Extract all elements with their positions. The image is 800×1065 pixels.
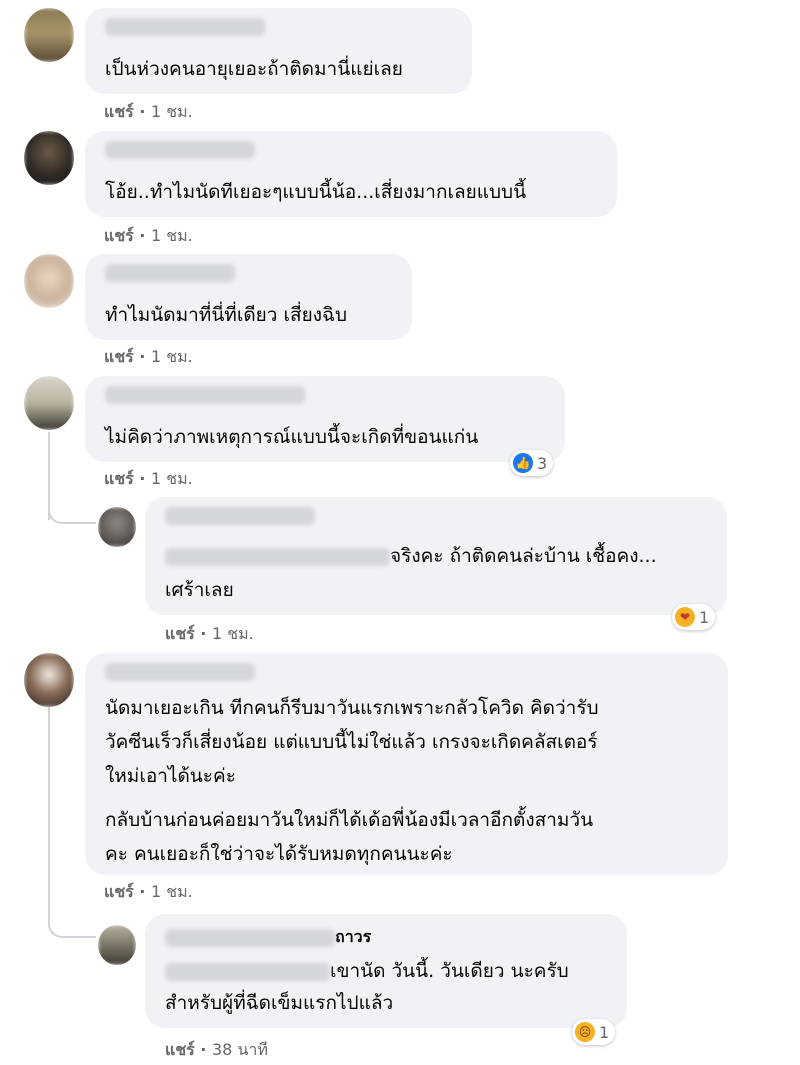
reaction-count[interactable]: ☹ 1 — [572, 1019, 616, 1045]
reply-text: เขานัด วันนี้. วันเดียว นะครับ — [165, 954, 569, 988]
comment-time[interactable]: 1 ชม. — [151, 226, 193, 245]
avatar[interactable] — [98, 507, 136, 547]
sad-icon: ☹ — [575, 1022, 595, 1042]
comment-actions: แชร์ · 1 ชม. — [165, 624, 254, 643]
thread-connector — [48, 500, 96, 524]
author-name[interactable] — [105, 18, 265, 36]
comment-time[interactable]: 1 ชม. — [151, 102, 193, 121]
comment-actions: แชร์ · 1 ชม. — [104, 226, 193, 245]
reply-author-row: ถาวร — [165, 920, 371, 954]
avatar[interactable] — [24, 653, 74, 707]
mention-tag[interactable] — [165, 547, 390, 566]
reply-text: สำหรับผู้ที่ฉีดเข็มแรกไปแล้ว — [165, 992, 394, 1014]
reaction-count[interactable]: 👍 3 — [510, 450, 554, 476]
comment-text: ไม่คิดว่าภาพเหตุการณ์แบบนี้จะเกิดที่ขอนแ… — [105, 426, 479, 448]
comment-actions: แชร์ · 38 นาที — [165, 1040, 268, 1059]
author-name[interactable] — [165, 507, 315, 525]
avatar[interactable] — [24, 131, 74, 185]
comment-actions: แชร์ · 1 ชม. — [104, 469, 193, 488]
reaction-count[interactable]: ❤ 1 — [672, 604, 716, 630]
share-link[interactable]: แชร์ — [104, 882, 134, 901]
share-link[interactable]: แชร์ — [165, 1040, 195, 1059]
share-link[interactable]: แชร์ — [104, 226, 134, 245]
comment-bubble: เป็นห่วงคนอายุเยอะถ้าติดมานี่แย่เลย — [85, 8, 472, 94]
care-icon: ❤ — [675, 607, 695, 627]
comment-bubble: นัดมาเยอะเกิน ทีกคนก็รีบมาวันแรกเพราะกลั… — [85, 653, 728, 875]
comment-bubble: ไม่คิดว่าภาพเหตุการณ์แบบนี้จะเกิดที่ขอนแ… — [85, 376, 565, 462]
reply-bubble: ถาวร เขานัด วันนี้. วันเดียว นะครับ สำหร… — [145, 914, 627, 1028]
reply-text: จริงคะ ถ้าติดคนล่ะบ้าน เชื้อคง... — [165, 539, 657, 573]
thread-line — [48, 707, 50, 927]
share-link[interactable]: แชร์ — [104, 102, 134, 121]
mention-tag[interactable] — [165, 962, 330, 981]
comment-time[interactable]: 38 นาที — [212, 1040, 268, 1059]
thread-connector — [48, 910, 96, 938]
share-link[interactable]: แชร์ — [104, 469, 134, 488]
comment-bubble: โอ้ย..ทำไมนัดทีเยอะๆแบบนี้น้อ...เสี่ยงมา… — [85, 131, 617, 217]
comment-actions: แชร์ · 1 ชม. — [104, 882, 193, 901]
comment-time[interactable]: 1 ชม. — [151, 347, 193, 366]
reply-text: เศร้าเลย — [165, 579, 234, 601]
avatar[interactable] — [24, 8, 74, 62]
comment-actions: แชร์ · 1 ชม. — [104, 347, 193, 366]
reply-bubble: จริงคะ ถ้าติดคนล่ะบ้าน เชื้อคง... เศร้าเ… — [145, 497, 727, 615]
share-link[interactable]: แชร์ — [104, 347, 134, 366]
author-name[interactable] — [165, 928, 335, 947]
author-name[interactable] — [105, 663, 255, 681]
author-name[interactable] — [105, 264, 235, 282]
avatar[interactable] — [24, 254, 74, 308]
comment-text: นัดมาเยอะเกิน ทีกคนก็รีบมาวันแรกเพราะกลั… — [105, 697, 599, 865]
avatar[interactable] — [98, 925, 136, 965]
comment-time[interactable]: 1 ชม. — [151, 882, 193, 901]
comment-text: เป็นห่วงคนอายุเยอะถ้าติดมานี่แย่เลย — [105, 58, 403, 80]
avatar[interactable] — [24, 376, 74, 430]
comment-time[interactable]: 1 ชม. — [151, 469, 193, 488]
comment-bubble: ทำไมนัดมาที่นี่ที่เดียว เสี่ยงฉิบ — [85, 254, 412, 340]
comment-actions: แชร์ · 1 ชม. — [104, 102, 193, 121]
share-link[interactable]: แชร์ — [165, 624, 195, 643]
comment-time[interactable]: 1 ชม. — [212, 624, 254, 643]
like-icon: 👍 — [513, 453, 533, 473]
comment-text: โอ้ย..ทำไมนัดทีเยอะๆแบบนี้น้อ...เสี่ยงมา… — [105, 181, 527, 203]
author-name[interactable] — [105, 386, 305, 404]
author-name[interactable] — [105, 141, 255, 159]
comment-text: ทำไมนัดมาที่นี่ที่เดียว เสี่ยงฉิบ — [105, 304, 348, 326]
